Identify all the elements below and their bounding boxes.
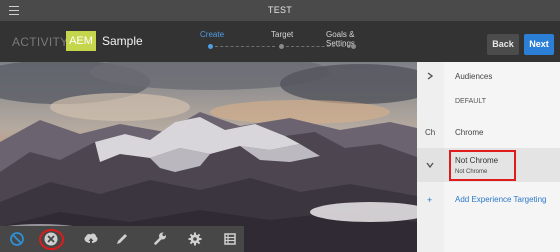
activity-label: ACTIVITY: [12, 35, 72, 49]
aem-logo: AEM [66, 31, 96, 51]
activity-name[interactable]: Sample [102, 34, 143, 48]
chevron-right-icon[interactable] [426, 72, 434, 80]
step-indicator: Create Target Goals & Settings [200, 30, 380, 56]
next-button[interactable]: Next [524, 34, 554, 55]
chrome-experience-label[interactable]: Chrome [455, 128, 483, 137]
step-create-dot [208, 44, 213, 49]
wrench-icon[interactable] [151, 230, 169, 248]
mountain-landscape-image [0, 62, 417, 252]
cloud-upload-icon[interactable] [82, 230, 100, 248]
chrome-abbrev: Ch [425, 128, 436, 137]
back-button[interactable]: Back [487, 34, 519, 55]
gear-icon[interactable] [186, 230, 204, 248]
block-icon[interactable] [8, 230, 26, 248]
component-toolbar [0, 226, 244, 252]
chevron-down-icon[interactable] [426, 161, 434, 169]
highlight-circle-annotation [39, 229, 64, 250]
step-target[interactable]: Target [271, 30, 293, 39]
page-canvas[interactable] [0, 62, 417, 252]
window-title: TEST [267, 5, 293, 15]
step-connector [215, 46, 275, 47]
list-icon[interactable] [221, 230, 239, 248]
add-icon[interactable]: + [427, 195, 432, 205]
default-experience-label[interactable]: DEFAULT [455, 98, 486, 105]
title-bar: TEST [0, 0, 560, 21]
pencil-icon[interactable] [113, 230, 131, 248]
step-target-dot [279, 44, 284, 49]
activity-header: ACTIVITY: AEM Sample Create Target Goals… [0, 21, 560, 62]
highlight-box-annotation [449, 150, 516, 181]
step-goals-dot [351, 44, 356, 49]
step-create[interactable]: Create [200, 30, 224, 39]
add-experience-targeting-link[interactable]: Add Experience Targeting [455, 195, 546, 204]
audiences-label: Audiences [455, 72, 493, 81]
